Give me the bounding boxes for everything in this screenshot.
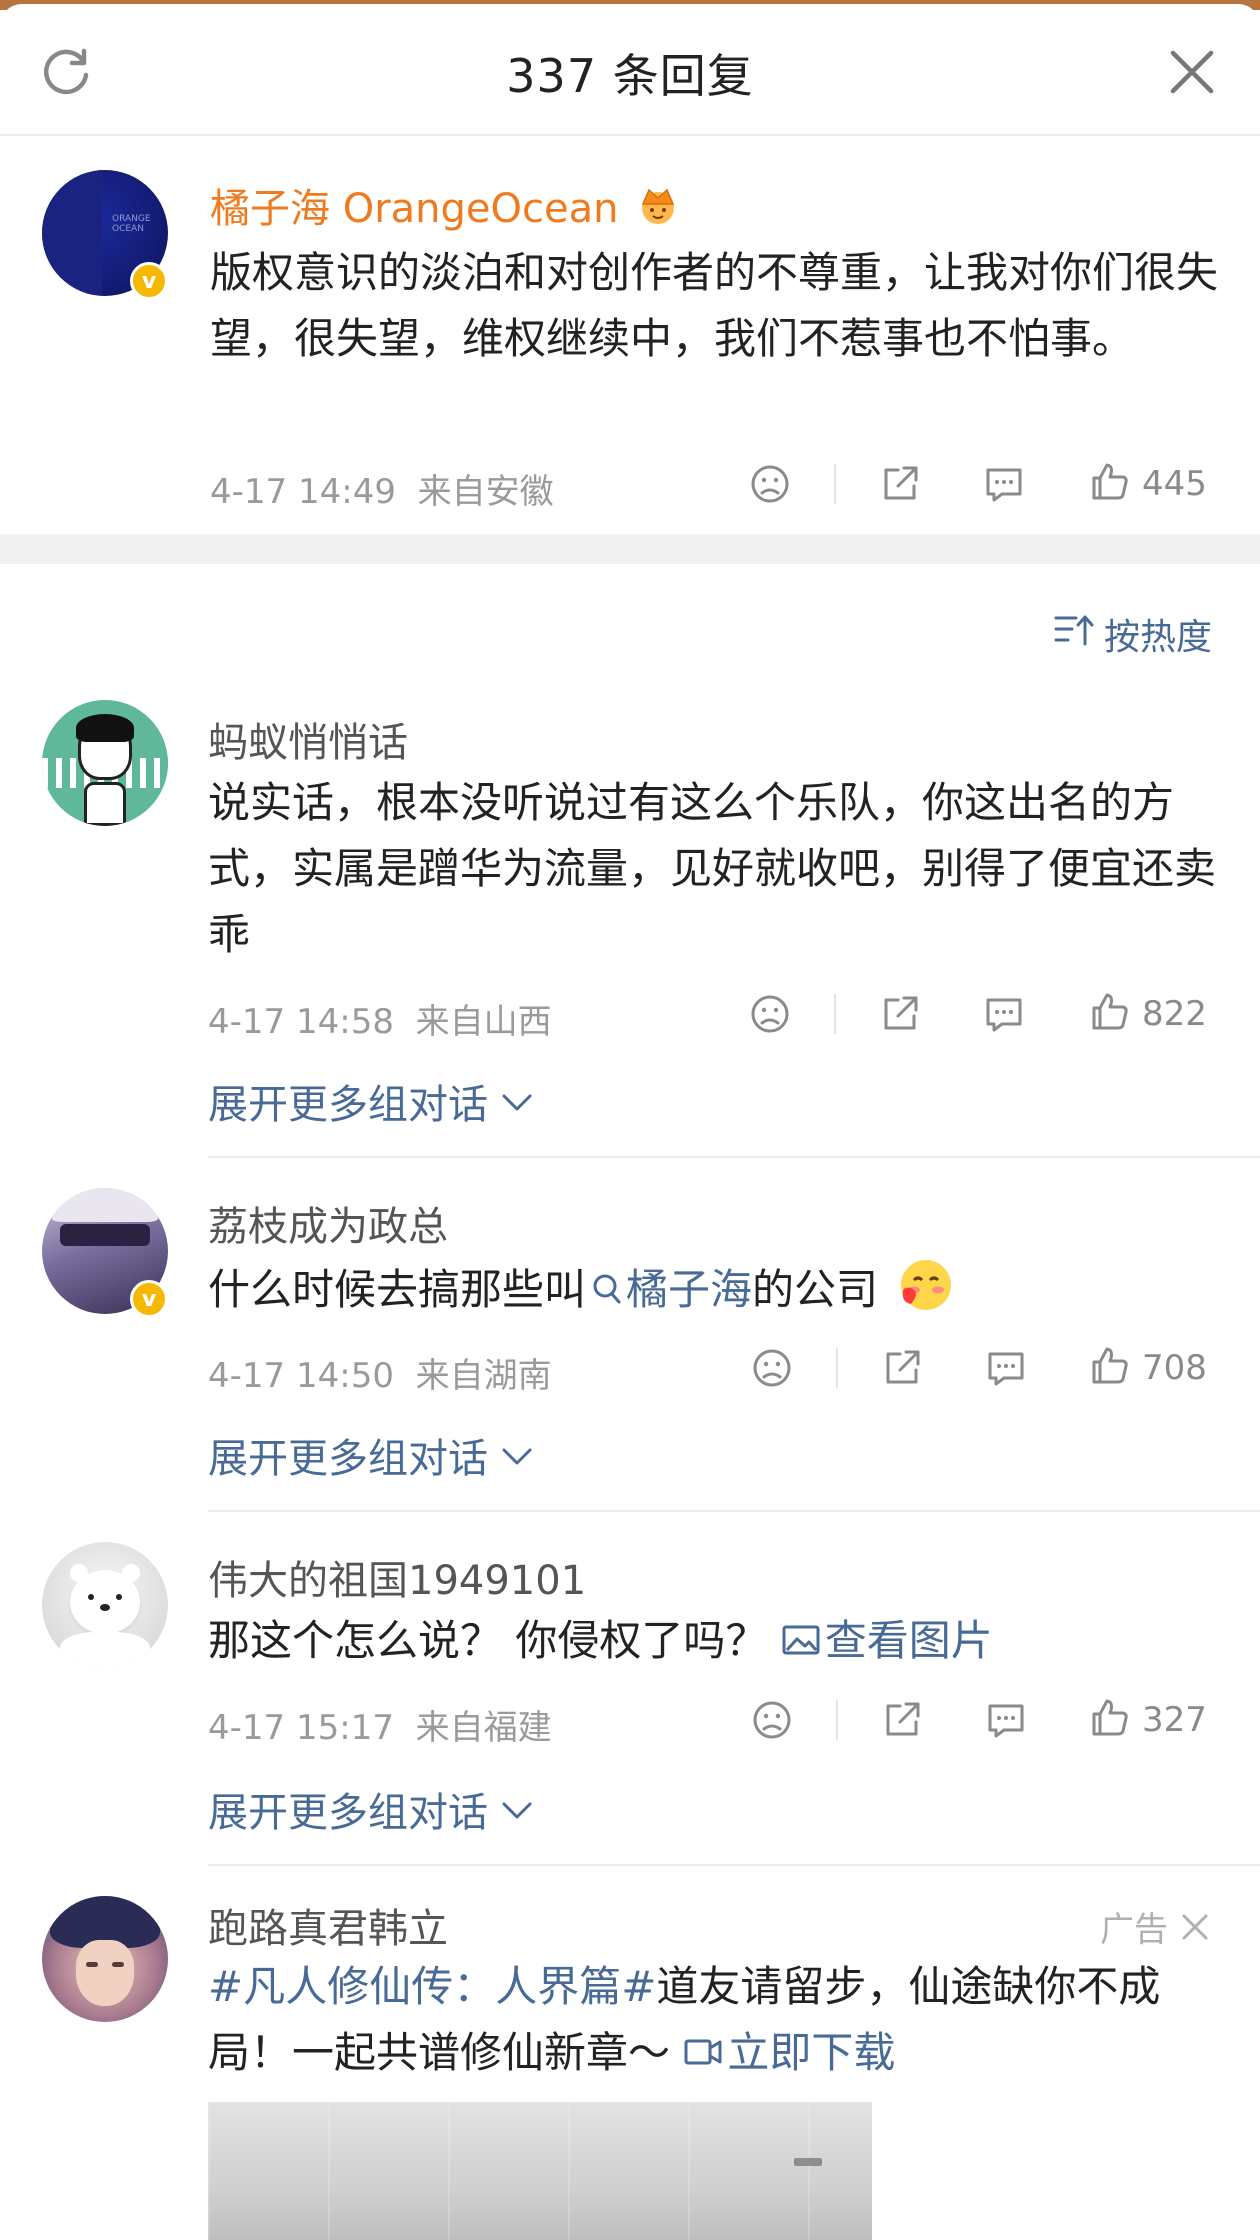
avatar-reply-4[interactable] <box>42 1896 168 2022</box>
dislike-icon[interactable] <box>748 986 792 1042</box>
reply-text: #凡人修仙传：人界篇#道友请留步，仙途缺你不成局！一起共谱修仙新章～ 立即下载 <box>208 1954 1218 2088</box>
header: 337 条回复 <box>0 4 1260 136</box>
thumbs-up-icon <box>1088 990 1132 1038</box>
dislike-icon[interactable] <box>748 456 792 512</box>
reply-meta: 4-17 15:17 来自福建 <box>208 1708 552 1748</box>
ad-image[interactable] <box>208 2102 872 2240</box>
reply-author[interactable]: 蚂蚁悄悄话 <box>208 710 408 768</box>
dislike-icon[interactable] <box>750 1340 794 1396</box>
reply-author[interactable]: 荔枝成为政总 <box>208 1194 448 1252</box>
topic-link[interactable]: 橘子海 <box>586 1265 752 1314</box>
ad-label: 广告 <box>1100 1910 1168 1950</box>
verified-badge-icon: v <box>130 262 168 300</box>
verified-badge-icon: v <box>130 1280 168 1318</box>
action-separator <box>834 994 836 1034</box>
expand-conversation-button[interactable]: 展开更多组对话 <box>208 1072 534 1130</box>
image-icon <box>781 1610 821 1676</box>
share-icon[interactable] <box>880 1340 924 1396</box>
blush-emoji-icon <box>897 1256 955 1333</box>
like-count: 708 <box>1142 1348 1207 1388</box>
action-separator <box>836 1700 838 1740</box>
comment-icon[interactable] <box>984 1340 1028 1396</box>
reply-text: 说实话，根本没听说过有这么个乐队，你这出名的方式，实属是蹭华为流量，见好就收吧，… <box>208 778 1217 959</box>
video-icon <box>683 2022 723 2088</box>
page-title: 337 条回复 <box>506 49 754 103</box>
sort-label: 按热度 <box>1104 617 1213 658</box>
close-icon[interactable] <box>1162 42 1222 102</box>
like-count: 822 <box>1142 994 1207 1034</box>
share-icon[interactable] <box>878 456 922 512</box>
download-link[interactable]: 立即下载 <box>683 2028 895 2077</box>
reply-author[interactable]: 伟大的祖国1949101 <box>208 1548 586 1606</box>
like-button[interactable]: 822 <box>1088 986 1207 1042</box>
section-gap <box>0 534 1260 564</box>
comment-icon[interactable] <box>982 986 1026 1042</box>
divider <box>208 1864 1260 1866</box>
ad-tag: 广告 <box>1100 1902 1210 1951</box>
reply-text: 什么时候去搞那些叫 橘子海的公司 <box>208 1256 1218 1333</box>
thumbs-up-icon <box>1088 1344 1132 1392</box>
main-author-name[interactable]: 橘子海 OrangeOcean <box>210 176 681 236</box>
reply-text: 那这个怎么说？ 你侵权了吗？ 查看图片 <box>208 1608 1218 1676</box>
search-icon <box>592 1259 622 1325</box>
expand-conversation-button[interactable]: 展开更多组对话 <box>208 1426 534 1484</box>
thumbs-up-icon <box>1088 1696 1132 1744</box>
close-icon[interactable] <box>1180 1912 1210 1942</box>
reply-actions: 708 <box>750 1340 1220 1396</box>
avatar-reply-3[interactable] <box>42 1542 168 1668</box>
chevron-down-icon <box>500 1078 534 1124</box>
reply-meta: 4-17 14:58 来自山西 <box>208 1002 552 1042</box>
divider <box>208 1510 1260 1512</box>
hashtag-link[interactable]: #凡人修仙传：人界篇# <box>208 1962 656 2011</box>
reply-actions: 822 <box>748 986 1220 1042</box>
reply-meta: 4-17 14:50 来自湖南 <box>208 1356 552 1396</box>
reply-actions: 327 <box>750 1692 1220 1748</box>
reply-author[interactable]: 跑路真君韩立 <box>208 1896 448 1954</box>
dislike-icon[interactable] <box>750 1692 794 1748</box>
crown-icon <box>635 182 681 236</box>
main-comment-actions: 445 <box>748 456 1220 512</box>
share-icon[interactable] <box>880 1692 924 1748</box>
action-separator <box>834 464 836 504</box>
divider <box>208 1156 1260 1158</box>
action-separator <box>836 1348 838 1388</box>
main-comment-meta: 4-17 14:49 来自安徽 <box>210 472 554 512</box>
like-count: 445 <box>1142 464 1207 504</box>
sort-button[interactable]: 按热度 <box>1054 608 1212 660</box>
comment-icon[interactable] <box>984 1692 1028 1748</box>
like-count: 327 <box>1142 1700 1207 1740</box>
avatar-reply-1[interactable] <box>42 700 168 826</box>
avatar-logo-text: ORANGE OCEAN <box>112 214 151 234</box>
chevron-down-icon <box>500 1786 534 1832</box>
expand-conversation-button[interactable]: 展开更多组对话 <box>208 1780 534 1838</box>
thumbs-up-icon <box>1088 460 1132 508</box>
replies-sheet: 337 条回复 ORANGE OCEAN v 橘子海 OrangeOcean 版… <box>0 4 1260 2240</box>
sort-icon <box>1054 612 1094 657</box>
main-comment-text: 版权意识的淡泊和对创作者的不尊重，让我对你们很失望，很失望，维权继续中，我们不惹… <box>210 248 1219 363</box>
like-button[interactable]: 327 <box>1088 1692 1207 1748</box>
like-button[interactable]: 445 <box>1088 456 1207 512</box>
share-icon[interactable] <box>878 986 922 1042</box>
view-image-link[interactable]: 查看图片 <box>781 1616 993 1665</box>
comment-icon[interactable] <box>982 456 1026 512</box>
like-button[interactable]: 708 <box>1088 1340 1207 1396</box>
chevron-down-icon <box>500 1432 534 1478</box>
